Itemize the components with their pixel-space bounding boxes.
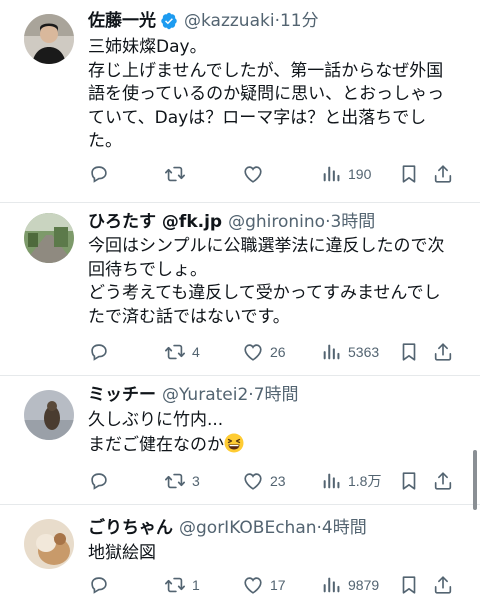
- retweet-button[interactable]: 4: [164, 340, 200, 364]
- share-icon: [432, 574, 454, 596]
- author-handle[interactable]: @gorIKOBEchan: [179, 517, 317, 539]
- retweet-icon: [164, 163, 186, 185]
- tweet-actions: 4 26 5363: [88, 340, 460, 364]
- views-icon: [320, 574, 342, 596]
- bookmark-button[interactable]: [398, 162, 420, 186]
- views-icon: [320, 163, 342, 185]
- avatar[interactable]: [24, 390, 74, 440]
- bookmark-icon: [398, 163, 420, 185]
- reply-button[interactable]: [88, 573, 116, 597]
- scrollbar[interactable]: [473, 450, 477, 510]
- share-button[interactable]: [432, 573, 454, 597]
- share-button[interactable]: [432, 162, 454, 186]
- author-handle[interactable]: @Yuratei2: [162, 384, 248, 406]
- author-name[interactable]: ひろたす @fk.jp: [88, 211, 222, 233]
- like-button[interactable]: 17: [242, 573, 286, 597]
- share-icon: [432, 470, 454, 492]
- tweet[interactable]: 佐藤一光 @kazzuaki · 11分 三姉妹燦Day。 存じ上げませんでした…: [0, 0, 480, 203]
- reply-button[interactable]: [88, 340, 116, 364]
- view-count: 190: [348, 166, 372, 182]
- view-count: 9879: [348, 577, 380, 593]
- reply-button[interactable]: [88, 162, 116, 186]
- like-count: 17: [270, 577, 286, 593]
- tweet[interactable]: ミッチー @Yuratei2 · 7時間 久しぶりに竹内... まだご健在なのか…: [0, 376, 480, 505]
- like-icon: [242, 470, 264, 492]
- retweet-button[interactable]: 3: [164, 469, 200, 493]
- retweet-count: 3: [192, 473, 200, 489]
- views-button[interactable]: 190: [320, 162, 371, 186]
- bookmark-button[interactable]: [398, 340, 420, 364]
- views-button[interactable]: 5363: [320, 340, 379, 364]
- view-count: 5363: [348, 344, 380, 360]
- tweet-text: 今回はシンプルに公職選挙法に違反したので次 回待ちでしょ。 どう考えても違反して…: [88, 236, 445, 327]
- like-icon: [242, 574, 264, 596]
- like-button[interactable]: 26: [242, 340, 286, 364]
- retweet-count: 4: [192, 344, 200, 360]
- verified-badge-icon: [160, 12, 178, 30]
- retweet-icon: [164, 470, 186, 492]
- reply-icon: [88, 163, 110, 185]
- retweet-button[interactable]: 1: [164, 573, 200, 597]
- like-icon: [242, 341, 264, 363]
- views-icon: [320, 470, 342, 492]
- bookmark-icon: [398, 574, 420, 596]
- share-icon: [432, 163, 454, 185]
- tweet-actions: 1 17 9879: [88, 573, 460, 597]
- tweet[interactable]: ごりちゃん @gorIKOBEchan · 4時間 地獄絵図 1 17 9879: [0, 505, 480, 611]
- like-button[interactable]: 23: [242, 469, 286, 493]
- author-handle[interactable]: @ghironino: [228, 211, 325, 233]
- author-name[interactable]: ごりちゃん: [88, 517, 173, 539]
- view-count: 1.8万: [348, 473, 382, 489]
- views-icon: [320, 341, 342, 363]
- avatar[interactable]: [24, 213, 74, 263]
- bookmark-icon: [398, 470, 420, 492]
- bookmark-icon: [398, 341, 420, 363]
- avatar-photo-icon: [24, 14, 74, 64]
- retweet-count: 1: [192, 577, 200, 593]
- reply-icon: [88, 574, 110, 596]
- bookmark-button[interactable]: [398, 469, 420, 493]
- like-count: 23: [270, 473, 286, 489]
- avatar[interactable]: [24, 14, 74, 64]
- avatar-photo-icon: [24, 390, 74, 440]
- avatar-photo-icon: [24, 519, 74, 569]
- tweet-text: 久しぶりに竹内... まだご健在なのか: [88, 409, 468, 457]
- retweet-icon: [164, 341, 186, 363]
- tweet[interactable]: ひろたす @fk.jp @ghironino · 3時間 今回はシンプルに公職選…: [0, 203, 480, 376]
- tweet-text-content: 久しぶりに竹内... まだご健在なのか: [88, 410, 224, 455]
- avatar[interactable]: [24, 519, 74, 569]
- author-handle[interactable]: @kazzuaki: [184, 10, 275, 32]
- reply-button[interactable]: [88, 469, 116, 493]
- like-count: 26: [270, 344, 286, 360]
- views-button[interactable]: 1.8万: [320, 469, 381, 493]
- tweet-actions: 190: [88, 162, 460, 186]
- like-button[interactable]: [242, 162, 270, 186]
- avatar-photo-icon: [24, 213, 74, 263]
- like-icon: [242, 163, 264, 185]
- timestamp[interactable]: 4時間: [322, 517, 367, 539]
- share-button[interactable]: [432, 340, 454, 364]
- tweet-actions: 3 23 1.8万: [88, 469, 460, 493]
- author-name[interactable]: 佐藤一光: [88, 10, 156, 32]
- views-button[interactable]: 9879: [320, 573, 379, 597]
- grinning-squinting-face-icon: [224, 433, 244, 452]
- share-icon: [432, 341, 454, 363]
- timestamp[interactable]: 3時間: [330, 211, 375, 233]
- share-button[interactable]: [432, 469, 454, 493]
- reply-icon: [88, 341, 110, 363]
- tweet-text: 地獄絵図: [88, 543, 156, 563]
- author-name[interactable]: ミッチー: [88, 384, 156, 406]
- tweet-text: 三姉妹燦Day。 存じ上げませんでしたが、第一話からなぜ外国 語を使っているのか…: [88, 37, 445, 151]
- retweet-button[interactable]: [164, 162, 192, 186]
- reply-icon: [88, 470, 110, 492]
- timestamp[interactable]: 11分: [280, 10, 319, 32]
- retweet-icon: [164, 574, 186, 596]
- timestamp[interactable]: 7時間: [254, 384, 299, 406]
- bookmark-button[interactable]: [398, 573, 420, 597]
